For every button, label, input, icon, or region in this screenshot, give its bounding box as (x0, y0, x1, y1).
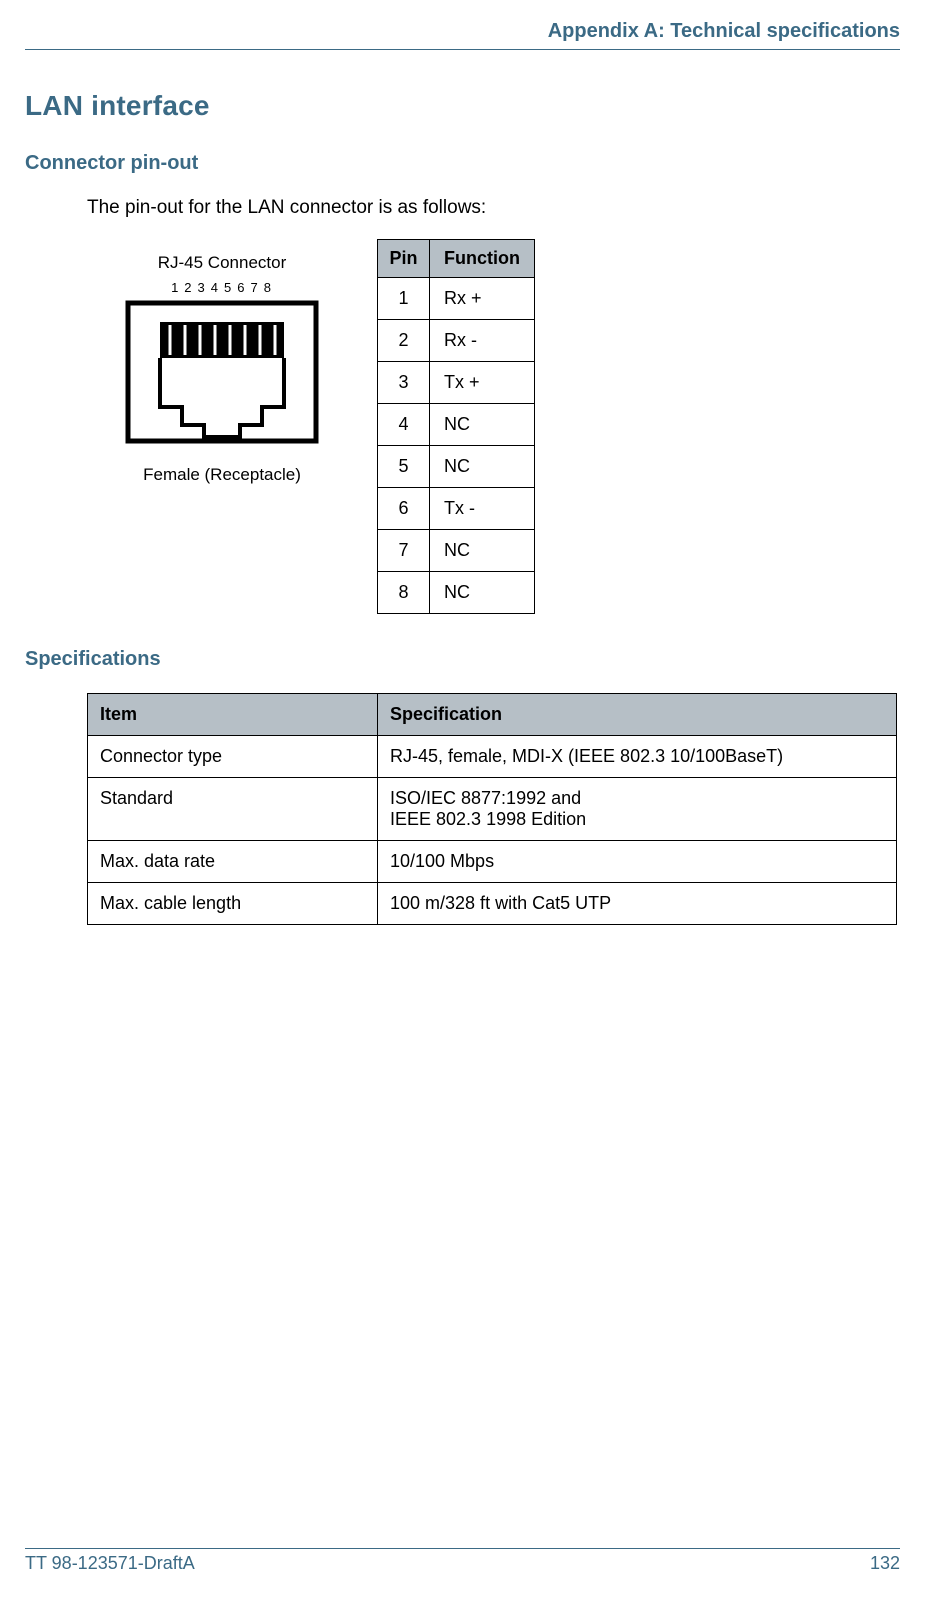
func-cell: Tx + (430, 362, 535, 404)
page-footer: TT 98-123571-DraftA 132 (25, 1548, 900, 1574)
connector-label-top: RJ-45 Connector (87, 253, 357, 273)
pinout-th-function: Function (430, 240, 535, 278)
table-row: 5NC (378, 446, 535, 488)
func-cell: Rx + (430, 278, 535, 320)
spec-value: RJ-45, female, MDI-X (IEEE 802.3 10/100B… (378, 736, 897, 778)
section-title: LAN interface (25, 90, 900, 122)
table-row: 1Rx + (378, 278, 535, 320)
specs-th-spec: Specification (378, 694, 897, 736)
table-row: 3Tx + (378, 362, 535, 404)
func-cell: NC (430, 404, 535, 446)
pin-cell: 7 (378, 530, 430, 572)
pinout-th-pin: Pin (378, 240, 430, 278)
header-chapter: Appendix A: Technical specifications (25, 20, 900, 49)
table-row: Connector typeRJ-45, female, MDI-X (IEEE… (88, 736, 897, 778)
func-cell: NC (430, 446, 535, 488)
spec-item: Standard (88, 778, 378, 841)
pinout-intro: The pin-out for the LAN connector is as … (87, 197, 900, 219)
rj45-connector-icon: 12345678 (87, 279, 357, 447)
spec-item: Max. data rate (88, 841, 378, 883)
pinout-heading: Connector pin-out (25, 152, 900, 175)
footer-rule (25, 1548, 900, 1549)
spec-value: 10/100 Mbps (378, 841, 897, 883)
spec-value: ISO/IEC 8877:1992 and IEEE 802.3 1998 Ed… (378, 778, 897, 841)
table-row: 7NC (378, 530, 535, 572)
pin-cell: 1 (378, 278, 430, 320)
func-cell: NC (430, 572, 535, 614)
specs-heading: Specifications (25, 648, 900, 671)
connector-diagram-block: RJ-45 Connector 12345678 (87, 239, 357, 485)
pin-cell: 4 (378, 404, 430, 446)
connector-label-bottom: Female (Receptacle) (87, 465, 357, 485)
func-cell: NC (430, 530, 535, 572)
table-row: Max. cable length100 m/328 ft with Cat5 … (88, 883, 897, 925)
func-cell: Tx - (430, 488, 535, 530)
footer-doc-id: TT 98-123571-DraftA (25, 1553, 195, 1574)
pin-cell: 8 (378, 572, 430, 614)
pinout-table: Pin Function 1Rx + 2Rx - 3Tx + 4NC 5NC 6… (377, 239, 535, 614)
table-row: Max. data rate10/100 Mbps (88, 841, 897, 883)
pin-cell: 6 (378, 488, 430, 530)
table-row: 8NC (378, 572, 535, 614)
pinout-content-row: RJ-45 Connector 12345678 (87, 239, 900, 614)
spec-item: Max. cable length (88, 883, 378, 925)
func-cell: Rx - (430, 320, 535, 362)
specs-th-item: Item (88, 694, 378, 736)
table-row: 6Tx - (378, 488, 535, 530)
spec-value: 100 m/328 ft with Cat5 UTP (378, 883, 897, 925)
table-row: 4NC (378, 404, 535, 446)
pin-cell: 5 (378, 446, 430, 488)
footer-page-number: 132 (870, 1553, 900, 1574)
header-rule (25, 49, 900, 50)
pin-number-labels: 12345678 (167, 280, 277, 295)
table-row: StandardISO/IEC 8877:1992 and IEEE 802.3… (88, 778, 897, 841)
specs-table: Item Specification Connector typeRJ-45, … (87, 693, 897, 925)
page: Appendix A: Technical specifications LAN… (0, 0, 945, 1599)
table-row: 2Rx - (378, 320, 535, 362)
spec-item: Connector type (88, 736, 378, 778)
pin-cell: 2 (378, 320, 430, 362)
pin-cell: 3 (378, 362, 430, 404)
